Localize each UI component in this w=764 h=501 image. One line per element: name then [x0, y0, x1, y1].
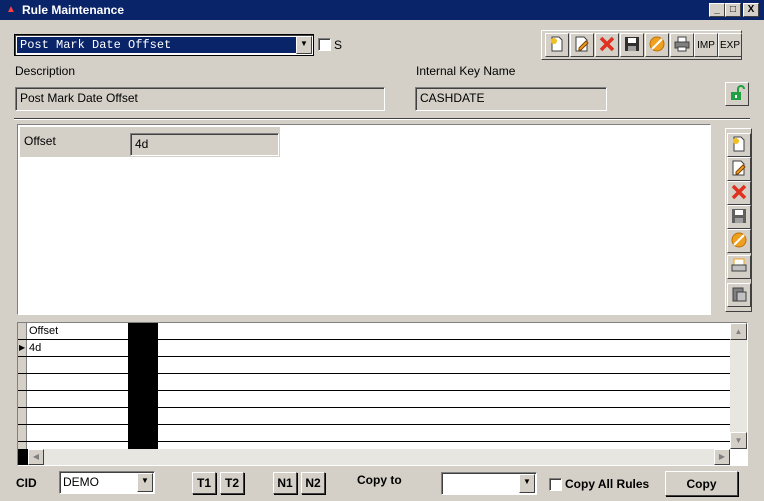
window-title: Rule Maintenance: [22, 3, 125, 17]
table-row[interactable]: [18, 391, 730, 408]
copy-to-select[interactable]: ▼: [441, 472, 537, 495]
t1-button[interactable]: T1: [192, 472, 216, 494]
cancel-icon: [648, 35, 666, 56]
table-row[interactable]: ▶ 4d: [18, 340, 730, 357]
cid-label: CID: [16, 476, 37, 490]
minimize-button[interactable]: _: [709, 3, 725, 17]
description-field[interactable]: Post Mark Date Offset: [15, 87, 385, 111]
edit-icon: [573, 35, 591, 56]
delete-button[interactable]: [595, 33, 619, 57]
app-icon: ▲: [6, 4, 16, 15]
cancel-button[interactable]: [645, 33, 669, 57]
s-checkbox[interactable]: [318, 38, 331, 51]
save-icon: [623, 35, 641, 56]
side-print-button[interactable]: [727, 255, 751, 279]
grid-corner: [18, 323, 27, 339]
column-header-offset[interactable]: Offset: [29, 325, 58, 337]
side-toolbar: [725, 128, 752, 312]
copy-button[interactable]: Copy: [665, 471, 738, 496]
chevron-down-icon[interactable]: ▼: [519, 474, 535, 493]
print-icon: [673, 35, 691, 56]
n2-button[interactable]: N2: [301, 472, 325, 494]
table-row[interactable]: [18, 357, 730, 374]
internal-key-field[interactable]: CASHDATE: [415, 87, 607, 111]
export-button[interactable]: EXP: [718, 33, 742, 57]
print-icon: [730, 257, 748, 278]
side-delete-button[interactable]: [727, 181, 751, 205]
table-row[interactable]: [18, 408, 730, 425]
chevron-down-icon[interactable]: ▼: [296, 36, 312, 54]
table-row[interactable]: [18, 374, 730, 391]
row-indicator: ▶: [18, 340, 27, 356]
row-header: [18, 357, 27, 373]
copy-all-rules-label: Copy All Rules: [565, 477, 650, 491]
offset-label: Offset: [24, 134, 56, 148]
row-header: [18, 425, 27, 441]
import-button[interactable]: IMP: [694, 33, 718, 57]
edit-icon: [730, 159, 748, 180]
detail-panel: Offset 4d: [17, 124, 711, 315]
t2-button[interactable]: T2: [220, 472, 244, 494]
new-button[interactable]: [545, 33, 569, 57]
separator: [14, 118, 750, 120]
top-toolbar: IMP EXP: [541, 30, 742, 60]
paste-icon: [730, 285, 748, 306]
row-header: [18, 391, 27, 407]
title-bar: ▲ Rule Maintenance _ □ X: [0, 0, 764, 20]
lock-button[interactable]: [725, 82, 749, 106]
copy-to-label: Copy to: [357, 473, 402, 487]
rule-select[interactable]: Post Mark Date Offset ▼: [14, 34, 314, 56]
side-save-button[interactable]: [727, 205, 751, 229]
cancel-icon: [730, 231, 748, 252]
grid-cell[interactable]: 4d: [29, 342, 41, 354]
grid-header: Offset: [18, 323, 730, 340]
scroll-right-icon[interactable]: ▶: [714, 449, 730, 465]
description-label: Description: [15, 64, 76, 78]
horizontal-scrollbar[interactable]: ◀ ▶: [18, 449, 730, 465]
save-icon: [730, 207, 748, 228]
close-button[interactable]: X: [743, 3, 759, 17]
scroll-down-icon[interactable]: ▼: [730, 432, 747, 449]
chevron-down-icon[interactable]: ▼: [137, 473, 153, 492]
side-cancel-button[interactable]: [727, 229, 751, 253]
table-row[interactable]: [18, 425, 730, 442]
side-paste-button[interactable]: [727, 283, 751, 307]
delete-icon: [598, 35, 616, 56]
side-new-button[interactable]: [727, 133, 751, 157]
scroll-left-icon[interactable]: ◀: [28, 449, 44, 465]
s-checkbox-label: S: [334, 38, 343, 52]
row-header: [18, 408, 27, 424]
cid-value: DEMO: [63, 475, 99, 489]
cid-select[interactable]: DEMO ▼: [59, 471, 155, 494]
offset-field[interactable]: 4d: [130, 133, 279, 156]
unlock-icon: [728, 84, 746, 105]
scroll-up-icon[interactable]: ▲: [730, 323, 747, 340]
column-separator-block: [128, 323, 158, 449]
new-icon: [730, 135, 748, 156]
edit-button[interactable]: [570, 33, 594, 57]
delete-icon: [730, 183, 748, 204]
internal-key-label: Internal Key Name: [416, 64, 516, 78]
data-grid[interactable]: Offset ▶ 4d ▲ ▼ ◀ ▶: [17, 322, 748, 466]
vertical-scrollbar[interactable]: ▲ ▼: [730, 323, 747, 449]
maximize-button[interactable]: □: [725, 3, 741, 17]
scroll-corner: [18, 449, 28, 465]
n1-button[interactable]: N1: [273, 472, 297, 494]
save-button[interactable]: [620, 33, 644, 57]
side-edit-button[interactable]: [727, 157, 751, 181]
copy-all-rules-checkbox[interactable]: [549, 478, 562, 491]
new-icon: [548, 35, 566, 56]
print-button[interactable]: [670, 33, 694, 57]
rule-select-value: Post Mark Date Offset: [20, 38, 172, 52]
row-header: [18, 374, 27, 390]
